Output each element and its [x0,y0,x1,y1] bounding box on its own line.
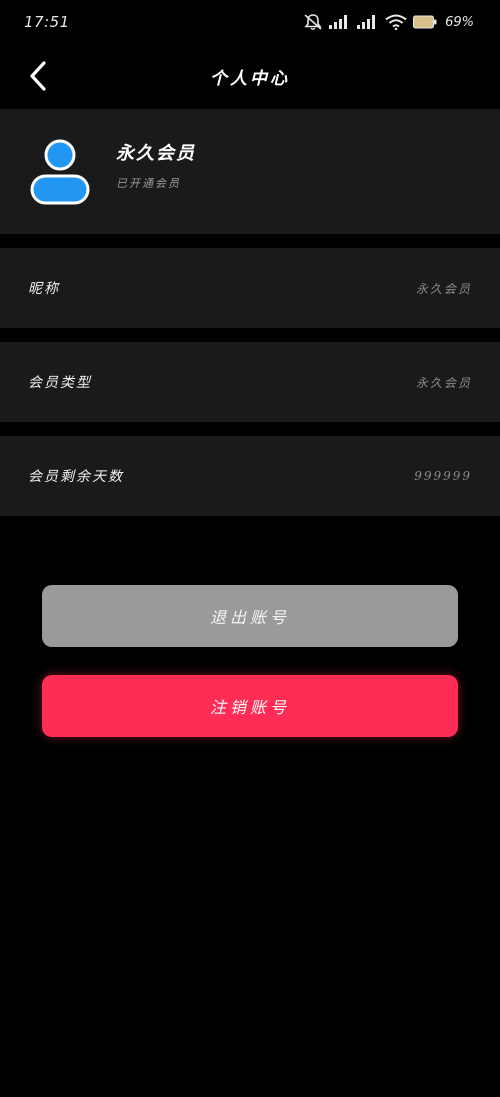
signal-icon [329,15,348,29]
signal-icon [357,15,376,29]
days-left-row[interactable]: 会员剩余天数 999999 [0,436,500,516]
days-left-label: 会员剩余天数 [28,469,124,485]
logout-button[interactable]: 退出账号 [42,585,458,647]
nickname-label: 昵称 [28,281,60,297]
nickname-row[interactable]: 昵称 永久会员 [0,248,500,328]
profile-name: 永久会员 [116,142,196,164]
nickname-value: 永久会员 [415,281,472,296]
member-type-row[interactable]: 会员类型 永久会员 [0,342,500,422]
member-type-label: 会员类型 [28,375,92,391]
status-icons: 69% [303,13,474,31]
user-avatar-icon [30,139,90,204]
wifi-icon [385,14,407,30]
status-bar: 17:51 69% [0,0,500,44]
mute-icon [304,14,322,30]
back-button[interactable] [18,56,58,96]
page-title: 个人中心 [210,68,290,89]
profile-info: 永久会员 已开通会员 [116,139,196,191]
days-left-value: 999999 [414,469,472,483]
membership-status: 已开通会员 [116,176,181,190]
battery-percent: 69% [445,14,474,30]
chevron-left-icon [30,61,46,91]
battery-icon [413,15,437,29]
delete-account-button[interactable]: 注销账号 [42,675,458,737]
member-type-value: 永久会员 [415,375,472,390]
header: 个人中心 [0,44,500,108]
profile-card: 永久会员 已开通会员 [0,109,500,234]
status-time: 17:51 [24,13,70,31]
